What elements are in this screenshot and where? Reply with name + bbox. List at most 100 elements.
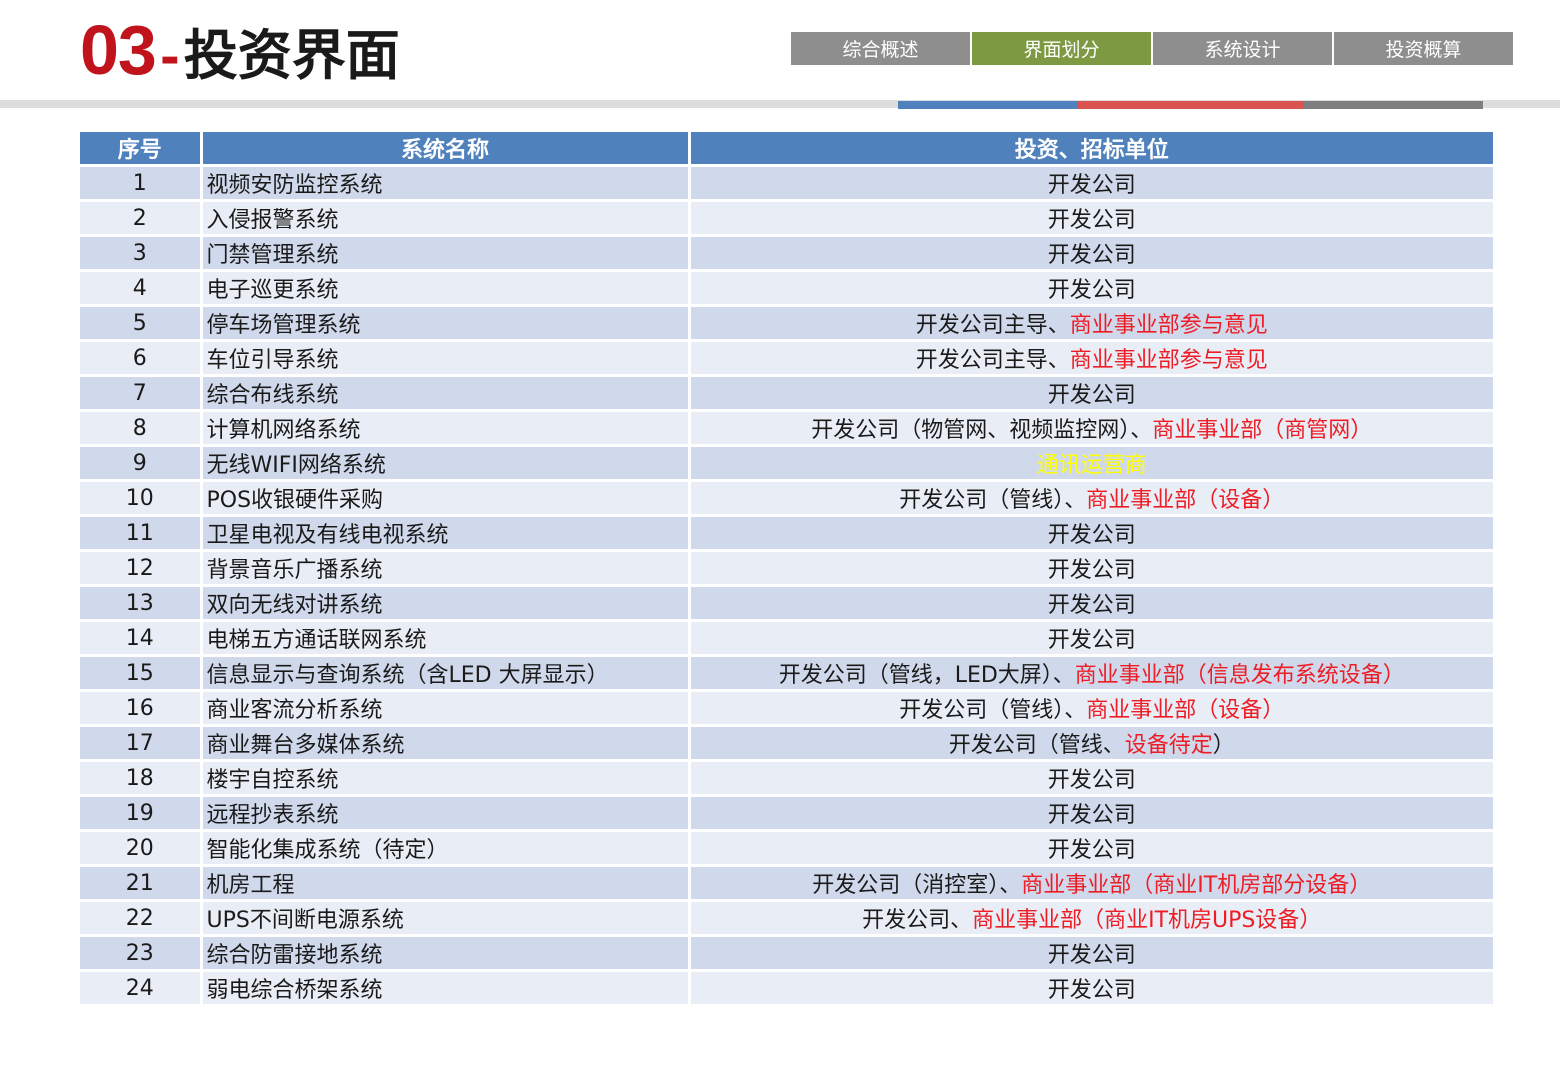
investor-unit: 开发公司 [689, 165, 1493, 202]
tab-system-design[interactable]: 系统设计 [1153, 32, 1332, 65]
tab-investment-estimate[interactable]: 投资概算 [1334, 32, 1513, 65]
investor-text: ） [1212, 733, 1235, 758]
investor-text: 开发公司 [1047, 243, 1136, 268]
row-number: 11 [80, 515, 203, 552]
table-row: 18 楼宇自控系统 开发公司 [80, 760, 1493, 797]
section-nav: 综合概述 界面划分 系统设计 投资概算 [791, 32, 1515, 65]
investor-unit: 开发公司 [689, 760, 1493, 797]
table-row: 1 视频安防监控系统 开发公司 [80, 165, 1493, 202]
system-name: 远程抄表系统 [201, 795, 691, 832]
tab-overview[interactable]: 综合概述 [791, 32, 970, 65]
row-number: 17 [80, 725, 203, 762]
row-number: 2 [80, 200, 203, 237]
investor-unit: 开发公司（消控室）、商业事业部（商业IT机房部分设备） [689, 865, 1493, 902]
row-number: 12 [80, 550, 203, 587]
system-name: 综合布线系统 [201, 375, 691, 412]
table-row: 24 弱电综合桥架系统 开发公司 [80, 970, 1493, 1007]
investor-text: 开发公司 [1047, 943, 1136, 968]
investor-text: 开发公司 [1047, 593, 1136, 618]
system-name: 背景音乐广播系统 [201, 550, 691, 587]
system-name: 计算机网络系统 [201, 410, 691, 447]
investor-text: 开发公司、 [862, 908, 973, 933]
investor-text: 开发公司 [1047, 558, 1136, 583]
investor-unit: 开发公司（物管网、视频监控网）、商业事业部（商管网） [689, 410, 1493, 447]
investor-text: 开发公司 [1047, 208, 1136, 233]
table-row: 8 计算机网络系统 开发公司（物管网、视频监控网）、商业事业部（商管网） [80, 410, 1493, 447]
investor-text: 开发公司 [1047, 383, 1136, 408]
investor-unit: 开发公司（管线）、商业事业部（设备） [689, 480, 1493, 517]
progress-segment-blue [898, 101, 1078, 109]
row-number: 15 [80, 655, 203, 692]
investor-text: 开发公司 [1047, 628, 1136, 653]
section-title: 投资界面 [183, 24, 400, 87]
investor-highlight: 商业事业部（商业IT机房UPS设备） [972, 908, 1322, 933]
investor-text: 开发公司 [1047, 768, 1136, 793]
investor-highlight: 商业事业部参与意见 [1069, 348, 1268, 373]
system-name: 车位引导系统 [201, 340, 691, 377]
table-row: 4 电子巡更系统 开发公司 [80, 270, 1493, 307]
investor-unit: 开发公司（管线）、商业事业部（设备） [689, 690, 1493, 727]
table-row: 17 商业舞台多媒体系统 开发公司（管线、设备待定） [80, 725, 1493, 762]
investor-unit: 开发公司 [689, 235, 1493, 272]
investor-unit: 通讯运营商 [689, 445, 1493, 482]
investor-unit: 开发公司 [689, 795, 1493, 832]
system-name: 电子巡更系统 [201, 270, 691, 307]
system-name: 双向无线对讲系统 [201, 585, 691, 622]
row-number: 6 [80, 340, 203, 377]
investor-highlight: 商业事业部（设备） [1086, 698, 1285, 723]
row-number: 14 [80, 620, 203, 657]
investor-highlight: 商业事业部（设备） [1086, 488, 1285, 513]
table-row: 16 商业客流分析系统 开发公司（管线）、商业事业部（设备） [80, 690, 1493, 727]
row-number: 19 [80, 795, 203, 832]
row-number: 8 [80, 410, 203, 447]
system-name: 停车场管理系统 [201, 305, 691, 342]
table-row: 19 远程抄表系统 开发公司 [80, 795, 1493, 832]
system-name: 无线WIFI网络系统 [201, 445, 691, 482]
table-row: 22 UPS不间断电源系统 开发公司、商业事业部（商业IT机房UPS设备） [80, 900, 1493, 937]
table-row: 14 电梯五方通话联网系统 开发公司 [80, 620, 1493, 657]
table-row: 6 车位引导系统 开发公司主导、商业事业部参与意见 [80, 340, 1493, 377]
system-name: 综合防雷接地系统 [201, 935, 691, 972]
row-number: 9 [80, 445, 203, 482]
row-number: 13 [80, 585, 203, 622]
table-body: 1 视频安防监控系统 开发公司 2 入侵报警系统 开发公司 3 门禁管理系统 开发公司 4 电子巡更… [80, 165, 1493, 1007]
investor-highlight: 商业事业部（商管网） [1152, 418, 1373, 443]
row-number: 23 [80, 935, 203, 972]
system-name: POS收银硬件采购 [201, 480, 691, 517]
investor-unit: 开发公司（管线、设备待定） [689, 725, 1493, 762]
row-number: 5 [80, 305, 203, 342]
investor-unit: 开发公司 [689, 585, 1493, 622]
table-row: 20 智能化集成系统（待定） 开发公司 [80, 830, 1493, 867]
investor-unit: 开发公司、商业事业部（商业IT机房UPS设备） [689, 900, 1493, 937]
investor-highlight: 设备待定 [1124, 733, 1213, 758]
table-row: 10 POS收银硬件采购 开发公司（管线）、商业事业部（设备） [80, 480, 1493, 517]
investor-text: 开发公司（管线）、 [899, 698, 1087, 723]
system-name: 商业舞台多媒体系统 [201, 725, 691, 762]
investor-text: 开发公司 [1047, 978, 1136, 1003]
system-name: 弱电综合桥架系统 [201, 970, 691, 1007]
investor-unit: 开发公司 [689, 200, 1493, 237]
investor-text: 开发公司 [1047, 278, 1136, 303]
investor-unit: 开发公司 [689, 935, 1493, 972]
table-row: 15 信息显示与查询系统（含LED 大屏显示） 开发公司（管线，LED大屏）、商业事… [80, 655, 1493, 692]
progress-segment-gray [1303, 101, 1483, 109]
header-system-name: 系统名称 [201, 132, 691, 167]
system-name: 机房工程 [201, 865, 691, 902]
table-row: 7 综合布线系统 开发公司 [80, 375, 1493, 412]
system-name: 楼宇自控系统 [201, 760, 691, 797]
system-name: 电梯五方通话联网系统 [201, 620, 691, 657]
page-title: 03 - 投资界面 [80, 10, 400, 90]
row-number: 22 [80, 900, 203, 937]
header-no: 序号 [80, 132, 203, 167]
investor-text: 开发公司 [1047, 803, 1136, 828]
header-investor: 投资、招标单位 [689, 132, 1493, 167]
table-row: 2 入侵报警系统 开发公司 [80, 200, 1493, 237]
investor-unit: 开发公司 [689, 375, 1493, 412]
row-number: 4 [80, 270, 203, 307]
table-row: 5 停车场管理系统 开发公司主导、商业事业部参与意见 [80, 305, 1493, 342]
investor-highlight: 商业事业部（商业IT机房部分设备） [1021, 873, 1372, 898]
row-number: 1 [80, 165, 203, 202]
investor-unit: 开发公司主导、商业事业部参与意见 [689, 305, 1493, 342]
investor-highlight: 商业事业部（信息发布系统设备） [1074, 663, 1405, 688]
tab-interface-division[interactable]: 界面划分 [972, 32, 1151, 65]
